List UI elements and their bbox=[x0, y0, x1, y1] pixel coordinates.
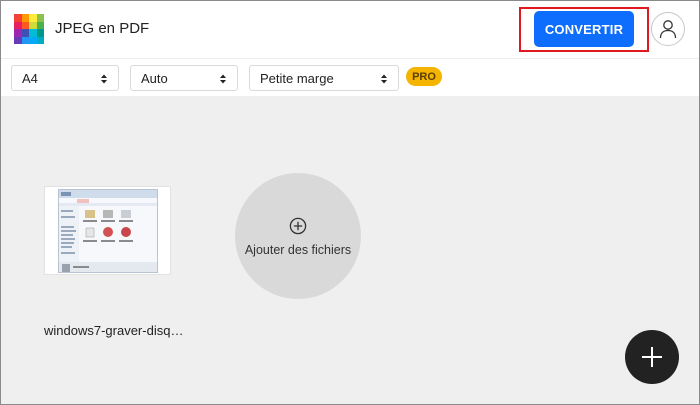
updown-chevron-icon bbox=[381, 74, 387, 84]
user-account-button[interactable] bbox=[651, 12, 685, 46]
plus-icon bbox=[642, 347, 662, 367]
orientation-select[interactable]: Auto bbox=[130, 65, 238, 91]
app-header: JPEG en PDF CONVERTIR bbox=[0, 0, 700, 58]
explorer-screenshot-preview bbox=[59, 190, 157, 272]
file-name: windows7-graver-disq… bbox=[44, 323, 184, 338]
page-size-value: A4 bbox=[22, 70, 38, 86]
margin-select[interactable]: Petite marge bbox=[249, 65, 399, 91]
convert-button[interactable]: CONVERTIR bbox=[534, 11, 634, 47]
orientation-value: Auto bbox=[141, 70, 168, 86]
add-files-label: Ajouter des fichiers bbox=[244, 243, 352, 257]
margin-value: Petite marge bbox=[260, 70, 334, 86]
app-title: JPEG en PDF bbox=[55, 20, 150, 37]
plus-circle-icon bbox=[289, 217, 307, 235]
options-toolbar: A4 Auto Petite marge bbox=[0, 58, 700, 96]
updown-chevron-icon bbox=[101, 74, 107, 84]
page-size-select[interactable]: A4 bbox=[11, 65, 119, 91]
add-fab-button[interactable] bbox=[625, 330, 679, 384]
updown-chevron-icon bbox=[220, 74, 226, 84]
file-thumbnail[interactable] bbox=[44, 186, 171, 275]
user-icon bbox=[659, 20, 677, 39]
pro-badge[interactable]: PRO bbox=[406, 67, 442, 86]
add-files-button[interactable]: Ajouter des fichiers bbox=[235, 173, 361, 299]
app-logo-icon bbox=[14, 14, 44, 44]
file-preview-image bbox=[58, 189, 158, 273]
